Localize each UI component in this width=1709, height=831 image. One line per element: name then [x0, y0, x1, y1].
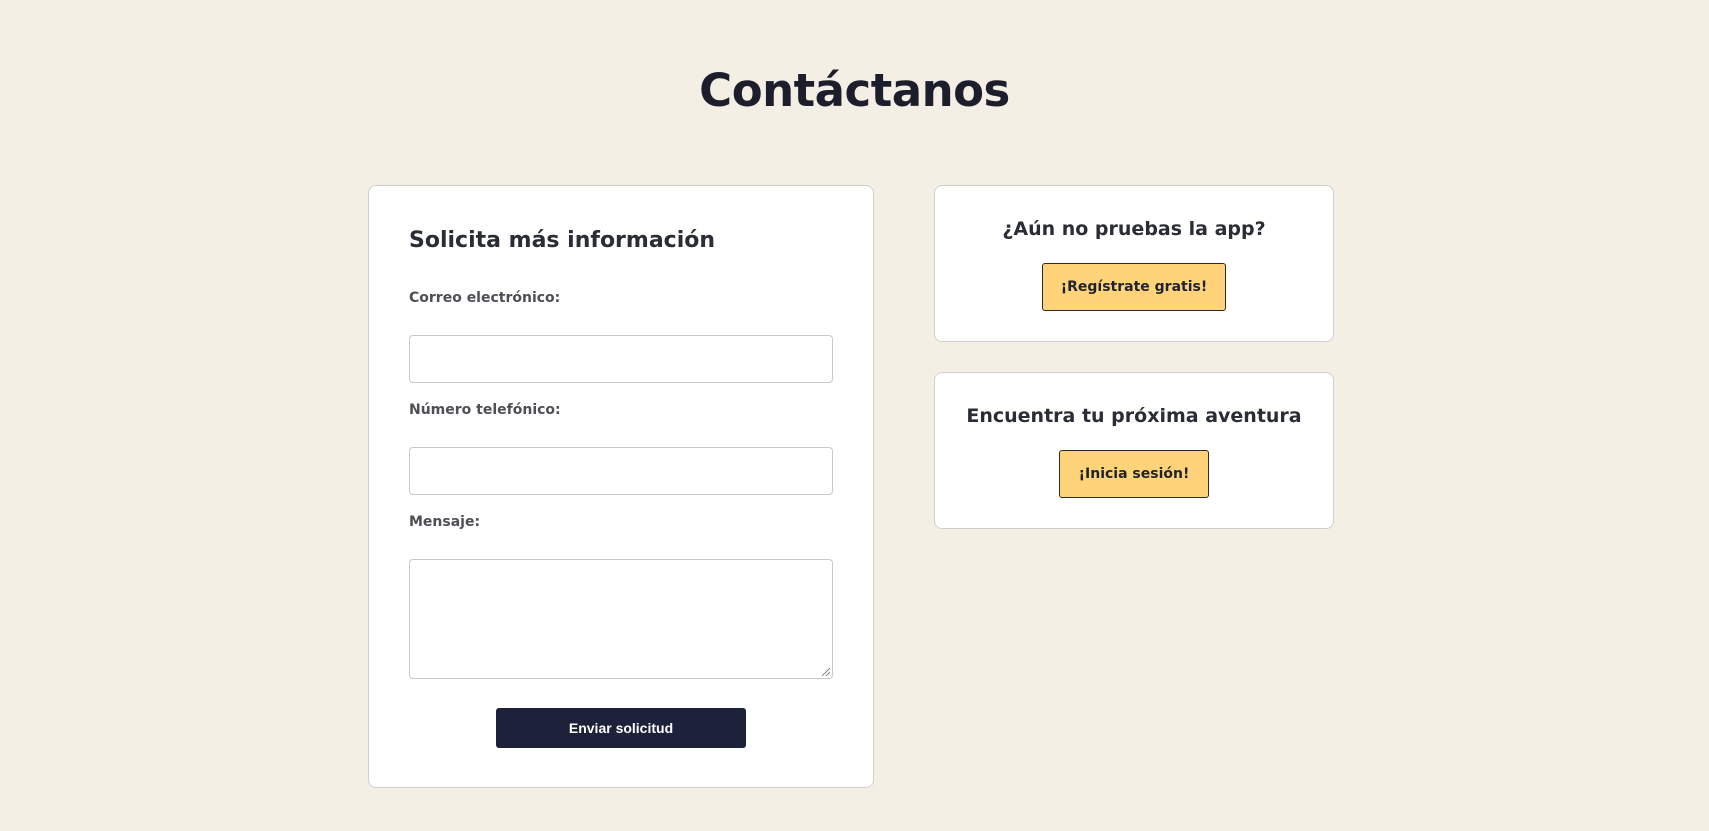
message-label: Mensaje: — [409, 514, 481, 530]
contact-form-card: Solicita más información Correo electrón… — [368, 185, 874, 788]
login-promo-card: Encuentra tu próxima aventura ¡Inicia se… — [934, 372, 1334, 529]
form-title: Solicita más información — [409, 228, 716, 253]
login-button[interactable]: ¡Inicia sesión! — [1059, 450, 1209, 498]
email-label: Correo electrónico: — [409, 290, 561, 306]
email-field[interactable] — [409, 335, 833, 383]
phone-label: Número telefónico: — [409, 402, 561, 418]
signup-button[interactable]: ¡Regístrate gratis! — [1042, 263, 1226, 311]
resize-grip-icon[interactable] — [822, 668, 830, 676]
submit-request-button[interactable]: Enviar solicitud — [496, 708, 746, 748]
phone-field[interactable] — [409, 447, 833, 495]
message-textarea[interactable] — [409, 559, 833, 679]
login-promo-heading: Encuentra tu próxima aventura — [966, 405, 1302, 427]
signup-promo-card: ¿Aún no pruebas la app? ¡Regístrate grat… — [934, 185, 1334, 342]
page-title: Contáctanos — [699, 64, 1010, 117]
signup-promo-heading: ¿Aún no pruebas la app? — [1002, 218, 1266, 240]
